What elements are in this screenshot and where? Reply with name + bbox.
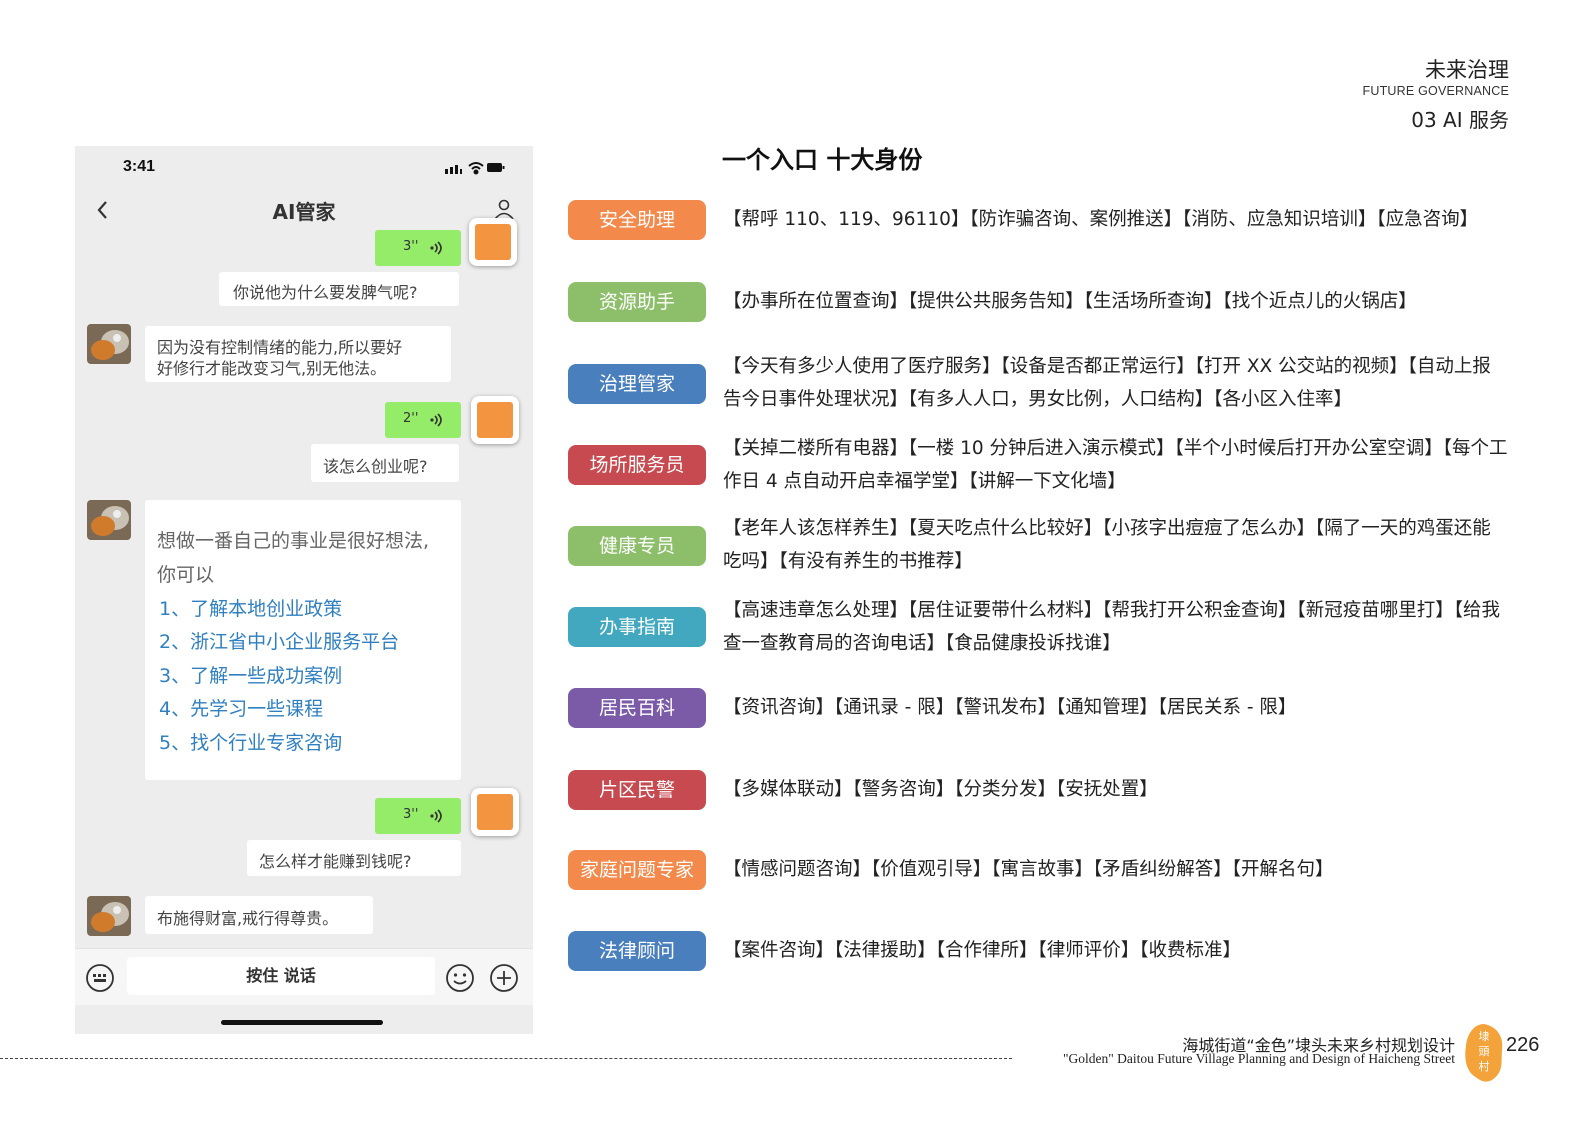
role-badge: 办事指南 [568,607,706,647]
role-desc: 【今天有多少人使用了医疗服务】【设备是否都正常运行】【打开 XX 公交站的视频】… [723,356,1491,410]
voice-duration: 3'' [403,807,419,822]
role-row: 治理管家 【今天有多少人使用了医疗服务】【设备是否都正常运行】【打开 XX 公交… [568,350,1508,420]
bot-message: 因为没有控制情绪的能力,所以要好 好修行才能改变习气,别无他法。 [145,326,451,382]
user-message: 该怎么创业呢? [311,444,459,482]
phone-screenshot: 3:41 AI管家 3'' 你说他为什么要发脾气呢? 因为没有控制情绪的能力,所… [75,146,533,1034]
input-bar: 按住 说话 [75,948,533,1005]
svg-text:埭: 埭 [1479,1030,1490,1043]
header-section: 03 AI 服务 [1411,108,1509,132]
list-item[interactable]: 4、先学习一些课程 [159,694,323,721]
role-row: 居民百科 【资讯咨询】【通讯录 - 限】【警讯发布】【通知管理】【居民关系 - … [568,688,1508,758]
bot-avatar[interactable] [87,896,131,936]
role-badge: 家庭问题专家 [568,850,706,890]
battery-icon [487,163,505,172]
list-item[interactable]: 1、了解本地创业政策 [159,594,342,621]
wifi-icon [468,162,484,175]
role-desc: 【帮呼 110、119、96110】【防诈骗咨询、案例推送】【消防、应急知识培训… [723,209,1479,230]
role-desc: 【高速违章怎么处理】【居住证要带什么材料】【帮我打开公积金查询】【新冠疫苗哪里打… [723,600,1501,654]
user-message: 怎么样才能赚到钱呢? [247,840,461,876]
page-number: 226 [1506,1034,1540,1056]
role-row: 办事指南 【高速违章怎么处理】【居住证要带什么材料】【帮我打开公积金查询】【新冠… [568,594,1508,664]
emoji-icon[interactable] [445,963,475,993]
keyboard-icon[interactable] [85,963,115,993]
role-badge: 居民百科 [568,688,706,728]
voice-wave-icon [430,809,442,823]
voice-duration: 3'' [403,239,419,254]
voice-message[interactable]: 3'' [375,230,461,266]
role-desc: 【关掉二楼所有电器】【一楼 10 分钟后进入演示模式】【半个小时候后打开办公室空… [723,438,1508,492]
svg-text:頭: 頭 [1479,1045,1490,1058]
user-avatar[interactable] [469,218,517,266]
home-indicator [221,1020,383,1025]
status-time: 3:41 [123,158,156,175]
role-badge: 健康专员 [568,526,706,566]
nav-bar: AI管家 [75,190,533,230]
village-seal-icon: 埭 頭 村 [1465,1024,1503,1082]
role-row: 健康专员 【老年人该怎样养生】【夏天吃点什么比较好】【小孩字出痘痘了怎么办】【隔… [568,512,1508,582]
signal-icon [445,165,462,174]
svg-text:村: 村 [1479,1059,1490,1073]
list-item[interactable]: 2、浙江省中小企业服务平台 [159,627,399,654]
user-avatar[interactable] [471,396,519,444]
footer-title-en: "Golden" Daitou Future Village Planning … [1062,1051,1455,1066]
role-row: 法律顾问 【案件咨询】【法律援助】【合作律所】【律师评价】【收费标准】 [568,931,1508,1001]
voice-wave-icon [430,413,442,427]
section-title: 一个入口 十大身份 [722,146,923,174]
footer-divider [0,1058,1012,1059]
voice-message[interactable]: 3'' [375,798,461,834]
role-desc: 【资讯咨询】【通讯录 - 限】【警讯发布】【通知管理】【居民关系 - 限】 [723,697,1297,718]
plus-icon[interactable] [489,963,519,993]
list-item[interactable]: 3、了解一些成功案例 [159,661,342,688]
header-title-en: FUTURE GOVERNANCE [1362,84,1509,98]
role-badge: 场所服务员 [568,445,706,485]
role-row: 资源助手 【办事所在位置查询】【提供公共服务告知】【生活场所查询】【找个近点儿的… [568,282,1508,352]
role-row: 片区民警 【多媒体联动】【警务咨询】【分类分发】【安抚处置】 [568,770,1508,840]
role-badge: 治理管家 [568,364,706,404]
role-badge: 法律顾问 [568,931,706,971]
list-item[interactable]: 5、找个行业专家咨询 [159,728,342,755]
role-desc: 【老年人该怎样养生】【夏天吃点什么比较好】【小孩字出痘痘了怎么办】【隔了一天的鸡… [723,518,1491,572]
user-icon[interactable] [493,198,515,220]
bot-message: 布施得财富,戒行得尊贵。 [145,896,373,934]
role-badge: 资源助手 [568,282,706,322]
user-message: 你说他为什么要发脾气呢? [219,272,459,306]
role-desc: 【办事所在位置查询】【提供公共服务告知】【生活场所查询】【找个近点儿的火锅店】 [723,291,1417,312]
user-avatar[interactable] [471,788,519,836]
voice-wave-icon [430,241,442,255]
role-desc: 【情感问题咨询】【价值观引导】【寓言故事】【矛盾纠纷解答】【开解名句】 [723,859,1334,880]
role-row: 安全助理 【帮呼 110、119、96110】【防诈骗咨询、案例推送】【消防、应… [568,200,1508,270]
hold-to-talk-button[interactable]: 按住 说话 [127,957,435,995]
role-desc: 【案件咨询】【法律援助】【合作律所】【律师评价】【收费标准】 [723,940,1242,961]
bot-avatar[interactable] [87,500,131,540]
header-title-cn: 未来治理 [1425,58,1509,82]
voice-duration: 2'' [403,411,419,426]
status-bar: 3:41 [75,146,533,188]
role-badge: 片区民警 [568,770,706,810]
role-badge: 安全助理 [568,200,706,240]
nav-title: AI管家 [272,200,336,224]
status-icons [445,162,505,175]
bot-avatar[interactable] [87,324,131,364]
role-row: 场所服务员 【关掉二楼所有电器】【一楼 10 分钟后进入演示模式】【半个小时候后… [568,432,1508,502]
role-row: 家庭问题专家 【情感问题咨询】【价值观引导】【寓言故事】【矛盾纠纷解答】【开解名… [568,850,1508,920]
role-desc: 【多媒体联动】【警务咨询】【分类分发】【安抚处置】 [723,779,1158,800]
voice-message[interactable]: 2'' [385,402,461,438]
